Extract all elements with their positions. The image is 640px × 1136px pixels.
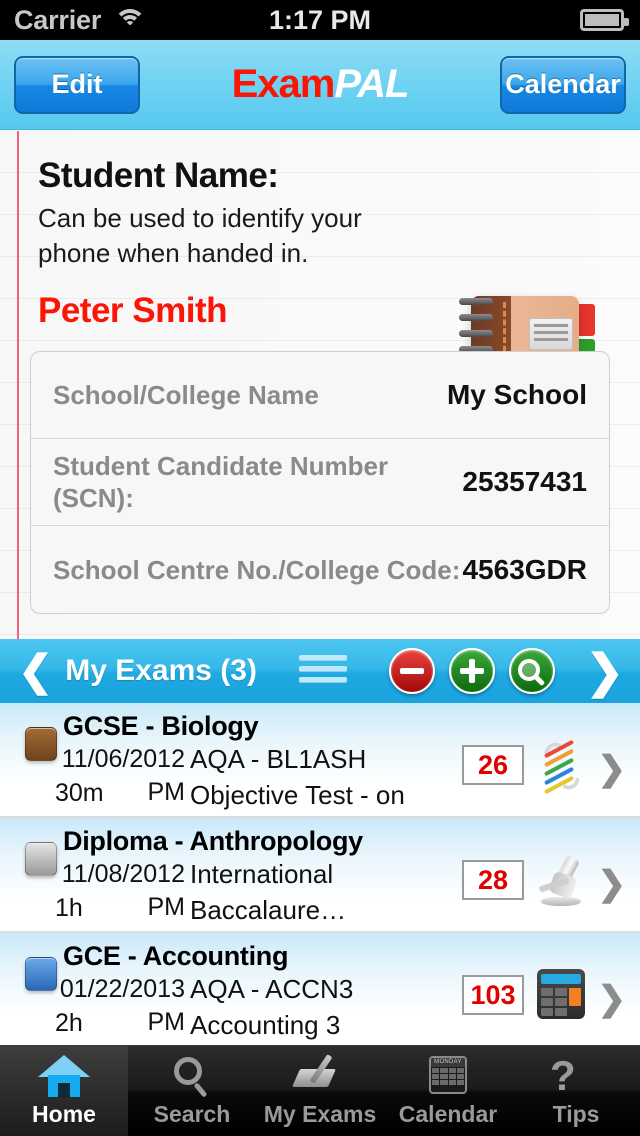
magnifier-circle-icon[interactable]	[508, 648, 555, 694]
paper-margin-line	[17, 131, 19, 639]
exam-list[interactable]: GCSE - Biology 11/06/2012 PM 30m AQA - B…	[0, 703, 640, 1045]
microscope-icon	[533, 854, 591, 908]
exam-color-swatch[interactable]	[25, 957, 57, 991]
info-value: 25357431	[462, 466, 587, 497]
table-row[interactable]: Student Candidate Number (SCN): 25357431	[31, 439, 609, 526]
days-badge: 26	[462, 745, 524, 785]
search-icon	[166, 1055, 218, 1098]
tab-label: My Exams	[263, 1100, 377, 1127]
exam-description: Accounting 3	[190, 1010, 341, 1040]
student-info-table: School/College Name My School Student Ca…	[30, 351, 610, 614]
exam-title: GCSE - Biology	[63, 711, 259, 741]
disclosure-chevron-icon[interactable]: ❯	[598, 864, 627, 904]
tab-home[interactable]: Home	[0, 1046, 128, 1136]
app-title-exam: Exam	[231, 62, 336, 106]
exam-board-code: AQA - BL1ASH	[190, 744, 367, 774]
calendar-icon-header: MONDAY	[431, 1057, 465, 1067]
tab-label: Search	[153, 1100, 231, 1127]
exam-date: 11/06/2012	[61, 745, 185, 773]
info-label: School/College Name	[53, 380, 319, 410]
info-label: Student Candidate Number (SCN):	[53, 451, 389, 513]
home-icon	[38, 1054, 90, 1097]
notebook-label	[529, 318, 573, 350]
toolbar-action-buttons	[388, 648, 555, 694]
tab-bar: Home Search My Exams MONDAY Calendar ? T…	[0, 1045, 640, 1136]
my-exams-toolbar: ❮ My Exams (3) ❯	[0, 639, 640, 703]
exam-color-swatch[interactable]	[25, 842, 57, 876]
exam-date: 11/08/2012	[61, 860, 185, 888]
tab-label: Home	[32, 1100, 96, 1127]
exam-duration: 1h	[55, 894, 83, 922]
exam-detail: AQA - ACCN3 Accounting 3	[190, 971, 460, 1043]
tab-label: Tips	[552, 1100, 600, 1127]
dna-icon	[533, 736, 591, 796]
list-lines-icon[interactable]	[298, 654, 347, 688]
info-label: School Centre No./College Code:	[53, 554, 461, 585]
student-name-description: Can be used to identify your phone when …	[38, 203, 362, 268]
status-bar: Carrier 1:17 PM	[0, 0, 640, 40]
exam-date: 01/22/2013	[59, 975, 185, 1003]
calendar-icon: MONDAY	[422, 1055, 474, 1097]
app-title: ExamPAL	[231, 62, 410, 107]
exam-board-code: International Baccalaure…	[190, 859, 347, 925]
minus-circle-icon[interactable]	[388, 648, 435, 694]
app-screen: Carrier 1:17 PM Edit ExamPAL Calendar St…	[0, 0, 640, 1136]
calendar-button[interactable]: Calendar	[500, 55, 626, 114]
exam-title: Diploma - Anthropology	[63, 826, 363, 856]
exam-title: GCE - Accounting	[63, 941, 289, 971]
days-badge: 28	[462, 860, 524, 900]
tab-label: Calendar	[398, 1100, 498, 1127]
battery-icon	[580, 9, 629, 31]
next-chevron-icon[interactable]: ❯	[585, 648, 624, 694]
table-row[interactable]: School Centre No./College Code: 4563GDR	[31, 526, 609, 613]
my-exams-title: My Exams (3)	[65, 654, 257, 687]
exam-duration: 30m	[55, 779, 104, 807]
tab-tips[interactable]: ? Tips	[512, 1046, 640, 1136]
app-title-pal: PAL	[334, 62, 409, 106]
table-row[interactable]: School/College Name My School	[31, 352, 609, 439]
exam-color-swatch[interactable]	[25, 727, 57, 761]
days-badge: 103	[462, 975, 524, 1015]
nav-bar: Edit ExamPAL Calendar	[0, 40, 640, 130]
info-value: 4563GDR	[462, 553, 587, 585]
list-item[interactable]: Diploma - Anthropology 11/08/2012 PM 1h …	[0, 818, 640, 1033]
previous-chevron-icon[interactable]: ❮	[18, 650, 53, 692]
student-card: Student Name: Can be used to identify yo…	[0, 131, 640, 639]
pen-paper-icon	[291, 1053, 346, 1097]
tab-search[interactable]: Search	[128, 1046, 256, 1136]
student-name-value[interactable]: Peter Smith	[38, 291, 228, 331]
calculator-icon	[533, 969, 591, 1023]
list-item[interactable]: GCSE - Biology 11/06/2012 PM 30m AQA - B…	[0, 703, 640, 846]
exam-board-code: AQA - ACCN3	[190, 974, 354, 1004]
disclosure-chevron-icon[interactable]: ❯	[598, 979, 627, 1019]
exam-duration: 2h	[55, 1009, 83, 1037]
status-bar-clock: 1:17 PM	[268, 4, 372, 35]
plus-circle-icon[interactable]	[448, 648, 495, 694]
edit-button[interactable]: Edit	[14, 55, 140, 114]
tab-calendar[interactable]: MONDAY Calendar	[384, 1046, 512, 1136]
tab-my-exams[interactable]: My Exams	[256, 1046, 384, 1136]
list-item[interactable]: GCE - Accounting 01/22/2013 PM 2h AQA - …	[0, 933, 640, 1045]
student-name-heading: Student Name:	[38, 156, 279, 195]
info-value: My School	[446, 379, 587, 410]
question-mark-icon: ?	[550, 1051, 576, 1099]
disclosure-chevron-icon[interactable]: ❯	[598, 749, 627, 789]
